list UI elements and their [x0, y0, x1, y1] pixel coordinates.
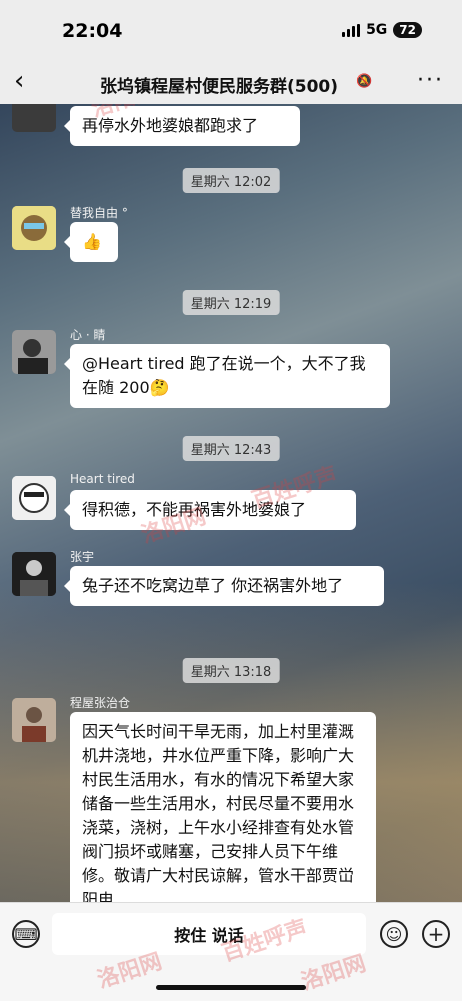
person-avatar-icon [12, 698, 56, 742]
plus-icon[interactable]: + [422, 920, 450, 948]
battery-icon: 72 [393, 22, 422, 38]
monkey-avatar-icon [12, 206, 56, 250]
person-avatar-icon [12, 552, 56, 596]
keyboard-icon[interactable]: ⌨ [12, 920, 40, 948]
message-bubble[interactable]: 👍 [64, 222, 118, 262]
avatar[interactable] [12, 476, 56, 520]
timestamp: 星期六 12:43 [182, 436, 280, 461]
person-avatar-icon [12, 330, 56, 374]
chevron-left-icon[interactable]: ‹ [14, 66, 24, 96]
status-time: 22:04 [62, 20, 123, 42]
sender-name: Heart tired [70, 472, 135, 486]
sender-name: 程屋张治仓 [70, 696, 131, 710]
cartoon-avatar-icon [12, 476, 56, 520]
sender-name: 替我自由 ° [70, 206, 128, 220]
avatar[interactable] [12, 104, 56, 132]
sender-name: 张宇 [70, 550, 95, 564]
message-bubble[interactable]: 兔子还不吃窝边草了 你还祸害外地了 [64, 566, 384, 606]
avatar[interactable] [12, 698, 56, 742]
timestamp: 星期六 13:18 [182, 658, 280, 683]
chat-area[interactable]: 再停水外地婆娘都跑求了 星期六 12:02 替我自由 ° 👍 星期六 12:19… [0, 104, 462, 902]
signal-icon [342, 23, 361, 37]
more-icon[interactable]: ··· [417, 68, 444, 93]
avatar[interactable] [12, 552, 56, 596]
home-indicator [156, 985, 306, 990]
status-right: 5G 72 [342, 22, 422, 38]
avatar[interactable] [12, 330, 56, 374]
bell-off-icon: 🔕 [356, 74, 373, 89]
timestamp: 星期六 12:02 [182, 168, 280, 193]
sender-name: 心 · 睛 [70, 328, 106, 342]
chat-header: ‹ 张坞镇程屋村便民服务群(500) 🔕 ··· [0, 62, 462, 105]
status-bar: 22:04 5G 72 [0, 0, 462, 62]
message-bubble[interactable]: @Heart tired 跑了在说一个，大不了我在随 200🤔 [64, 344, 390, 408]
message-bubble[interactable]: 得积德，不能再祸害外地婆娘了 [64, 490, 356, 530]
message-bubble[interactable]: 因天气长时间干旱无雨，加上村里灌溉机井浇地，井水位严重下降，影响广大村民生活用水… [70, 712, 376, 902]
hold-to-talk-button[interactable]: 按住 说话 [52, 913, 366, 955]
timestamp: 星期六 12:19 [182, 290, 280, 315]
network-type: 5G [366, 22, 388, 38]
avatar[interactable] [12, 206, 56, 250]
chat-title: 张坞镇程屋村便民服务群(500) [100, 77, 339, 97]
message-bubble[interactable]: 再停水外地婆娘都跑求了 [64, 106, 300, 146]
emoji-icon[interactable]: ☺ [380, 920, 408, 948]
